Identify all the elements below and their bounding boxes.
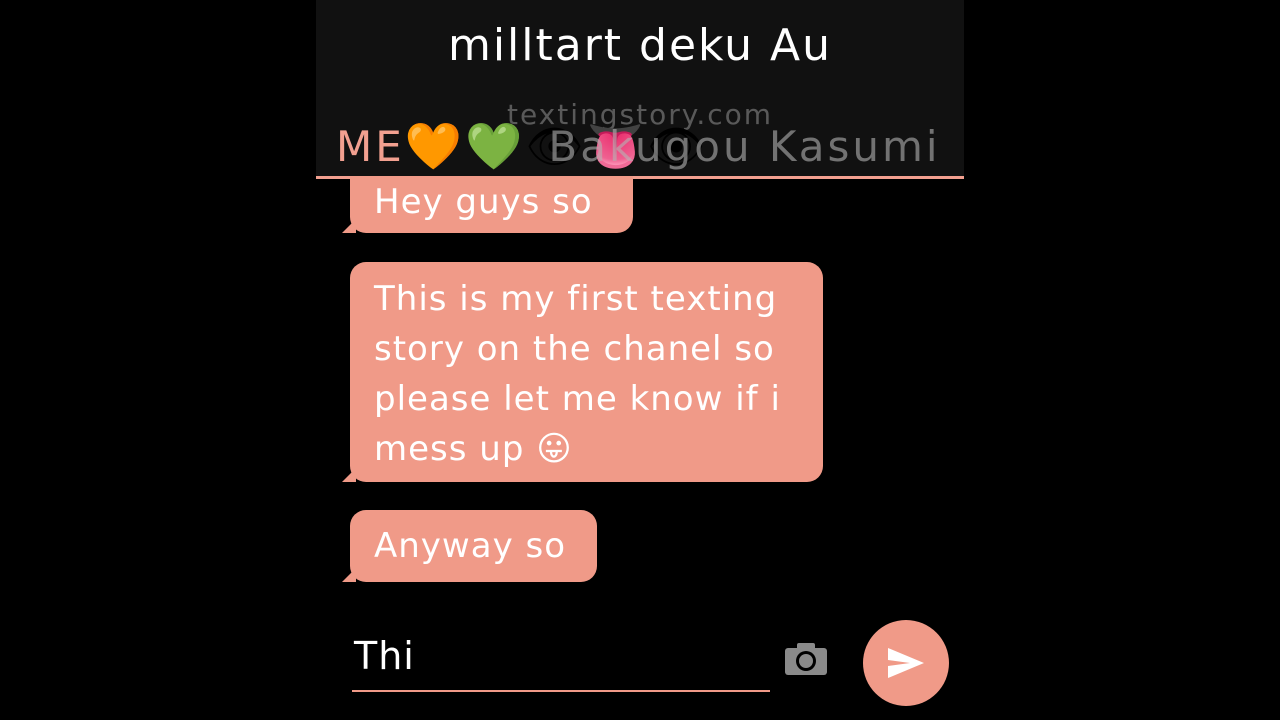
message-bubble: Anyway so: [342, 510, 597, 582]
message-bubble: Hey guys so: [342, 176, 633, 233]
send-icon: [888, 648, 924, 678]
send-button[interactable]: [863, 620, 949, 706]
subtitle-names: Bakugou Kasumi: [548, 121, 941, 171]
message-bubble: This is my first texting story on the ch…: [342, 262, 823, 482]
chat-subtitle: ME 🧡💚👁👅👁 Bakugou Kasumi: [336, 116, 941, 176]
message-input[interactable]: Thi: [352, 630, 770, 692]
chat-screen: milltart deku Au textingstory.com ME 🧡💚👁…: [316, 0, 964, 720]
message-input-value: Thi: [354, 634, 415, 678]
chat-title: milltart deku Au: [447, 20, 833, 71]
camera-icon[interactable]: [784, 642, 828, 676]
subtitle-me: ME: [336, 121, 405, 171]
chat-header: milltart deku Au textingstory.com ME 🧡💚👁…: [316, 0, 964, 176]
